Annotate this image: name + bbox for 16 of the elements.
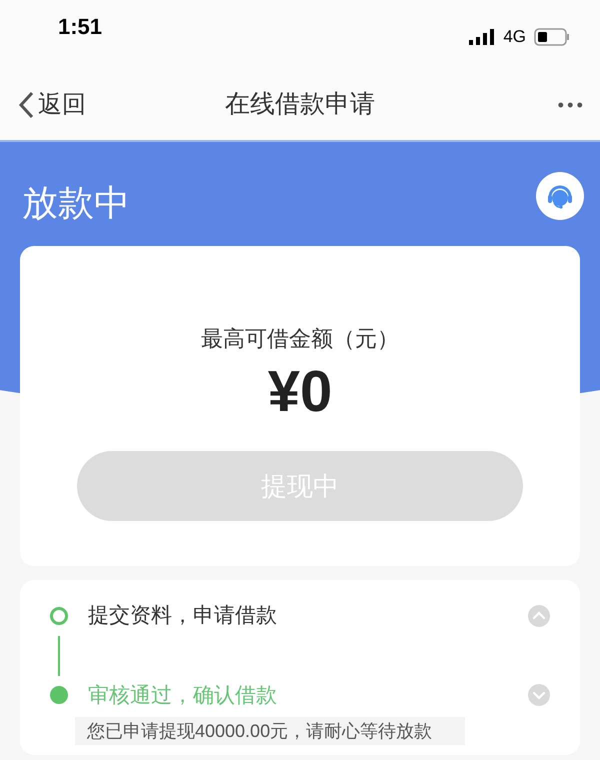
more-button[interactable]: • • •	[558, 92, 582, 118]
network-label: 4G	[503, 26, 526, 48]
amount-value: ¥0	[268, 363, 332, 421]
back-button[interactable]: 返回	[18, 87, 86, 123]
status-heading: 放款中	[22, 181, 130, 225]
step-title: 审核通过，确认借款	[88, 682, 278, 708]
step-note: 您已申请提现40000.00元，请耐心等待放款	[75, 717, 465, 745]
chevron-down-icon[interactable]	[528, 684, 550, 706]
step-title: 提交资料，申请借款	[88, 603, 278, 629]
status-time: 1:51	[58, 12, 102, 40]
battery-icon	[534, 28, 570, 46]
amount-label: 最高可借金额（元）	[201, 325, 399, 353]
page-title: 在线借款申请	[225, 89, 375, 120]
signal-icon	[469, 29, 496, 45]
back-chevron-icon	[18, 91, 34, 119]
chevron-up-icon[interactable]	[528, 604, 550, 627]
